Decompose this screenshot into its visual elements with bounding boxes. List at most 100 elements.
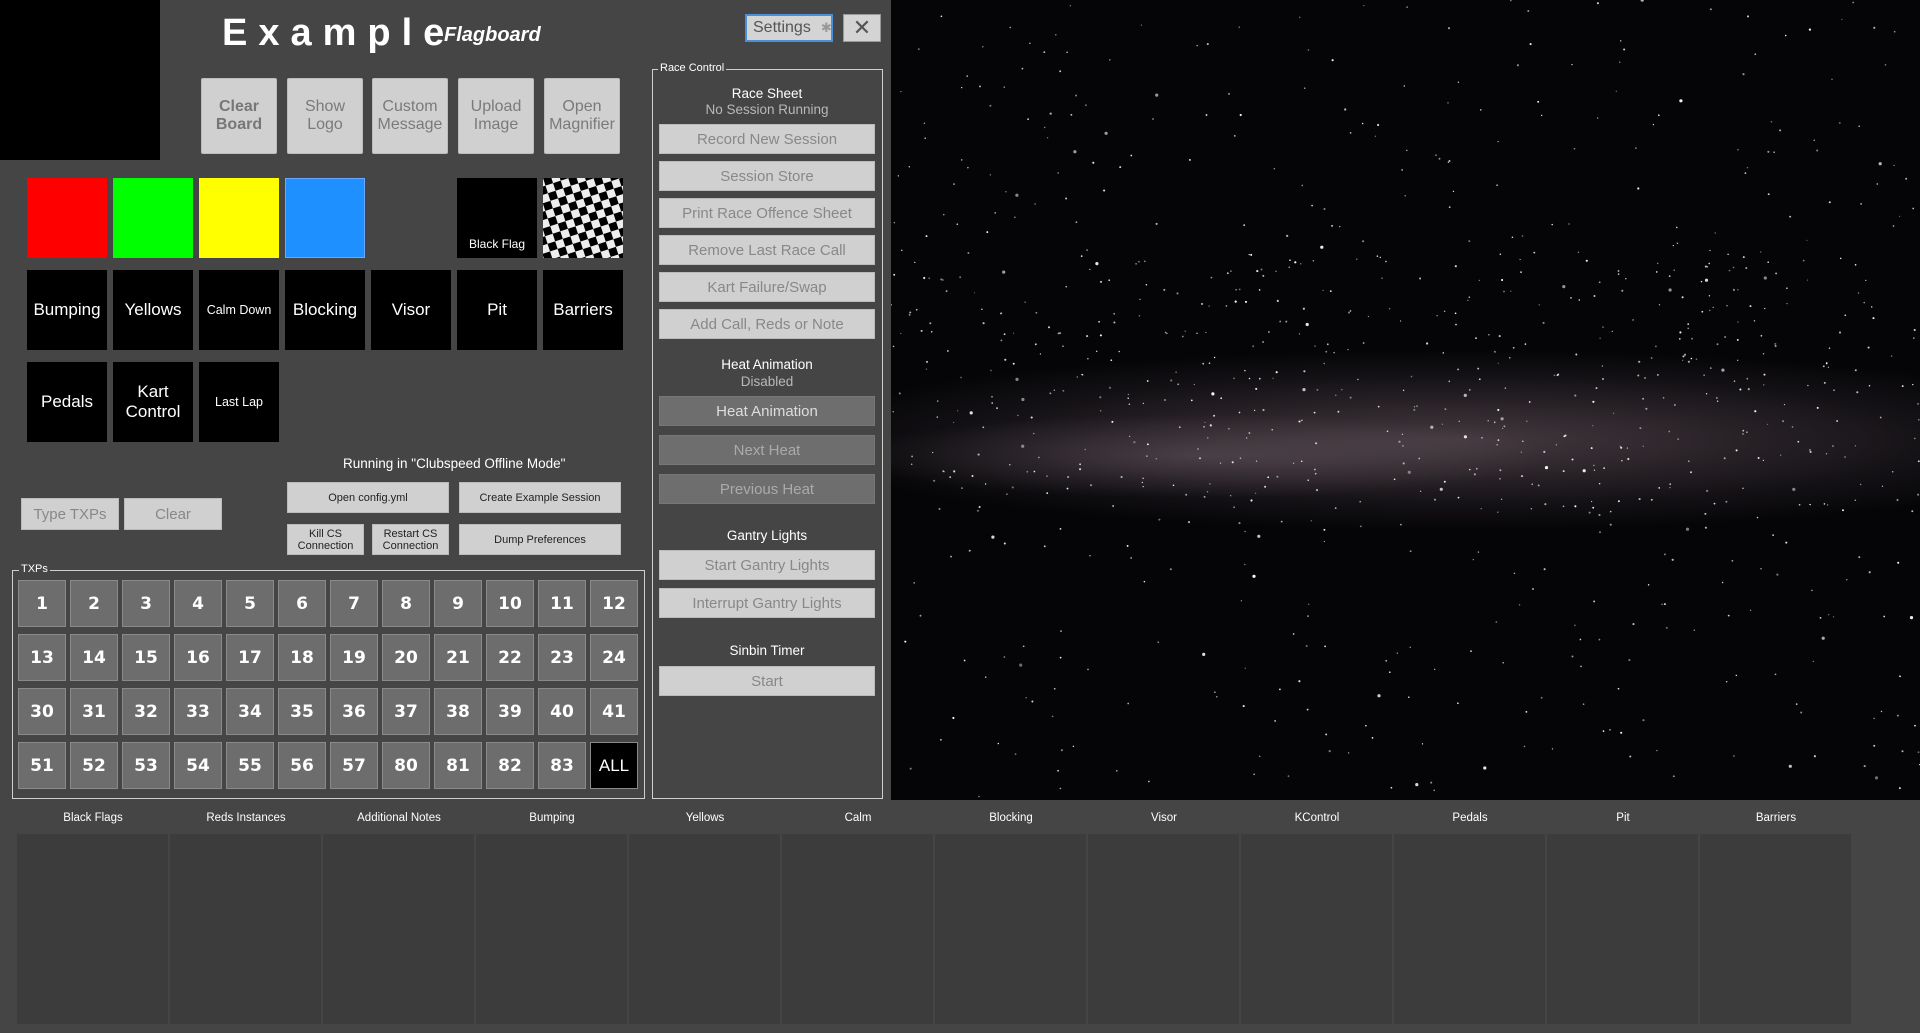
blocking-tile[interactable]: Blocking (285, 270, 365, 350)
blue-flag-button[interactable] (285, 178, 365, 258)
notes-column-list[interactable] (935, 834, 1086, 1024)
txp-button[interactable]: 33 (174, 688, 222, 735)
txp-button[interactable]: 34 (226, 688, 274, 735)
txp-button[interactable]: 7 (330, 580, 378, 627)
txp-button[interactable]: 11 (538, 580, 586, 627)
txp-button[interactable]: 9 (434, 580, 482, 627)
open-magnifier-button[interactable]: Open Magnifier (544, 78, 620, 154)
green-flag-button[interactable] (113, 178, 193, 258)
notes-column-list[interactable] (1241, 834, 1392, 1024)
txp-button[interactable]: 40 (538, 688, 586, 735)
barriers-tile[interactable]: Barriers (543, 270, 623, 350)
txp-button[interactable]: 37 (382, 688, 430, 735)
notes-column-list[interactable] (1700, 834, 1851, 1024)
txp-button[interactable]: 12 (590, 580, 638, 627)
black-flag-button[interactable]: Black Flag (457, 178, 537, 258)
txp-button[interactable]: 23 (538, 634, 586, 681)
txp-button[interactable]: 38 (434, 688, 482, 735)
type-txps-input[interactable]: Type TXPs (21, 498, 119, 530)
notes-column-list[interactable] (782, 834, 933, 1024)
clear-board-button[interactable]: Clear Board (201, 78, 277, 154)
record-new-session-button[interactable]: Record New Session (659, 124, 875, 154)
txp-button[interactable]: 83 (538, 742, 586, 789)
add-call-reds-note-button[interactable]: Add Call, Reds or Note (659, 309, 875, 339)
txp-button[interactable]: 20 (382, 634, 430, 681)
txp-button[interactable]: 41 (590, 688, 638, 735)
notes-column-list[interactable] (629, 834, 780, 1024)
heat-animation-button[interactable]: Heat Animation (659, 396, 875, 426)
close-button[interactable]: ✕ (843, 14, 881, 42)
print-race-offence-sheet-button[interactable]: Print Race Offence Sheet (659, 198, 875, 228)
txp-button[interactable]: 15 (122, 634, 170, 681)
txp-button[interactable]: 51 (18, 742, 66, 789)
notes-column-list[interactable] (1088, 834, 1239, 1024)
txp-button[interactable]: 55 (226, 742, 274, 789)
txp-all-button[interactable]: ALL (590, 742, 638, 789)
txp-button[interactable]: 17 (226, 634, 274, 681)
txp-button[interactable]: 80 (382, 742, 430, 789)
txp-button[interactable]: 8 (382, 580, 430, 627)
notes-column-list[interactable] (170, 834, 321, 1024)
pit-tile[interactable]: Pit (457, 270, 537, 350)
txp-button[interactable]: 19 (330, 634, 378, 681)
txp-button[interactable]: 35 (278, 688, 326, 735)
txp-button[interactable]: 16 (174, 634, 222, 681)
txp-button[interactable]: 13 (18, 634, 66, 681)
yellow-flag-button[interactable] (199, 178, 279, 258)
txp-button[interactable]: 5 (226, 580, 274, 627)
clear-txps-button[interactable]: Clear (124, 498, 222, 530)
kill-cs-connection-button[interactable]: Kill CS Connection (287, 524, 364, 555)
bumping-tile[interactable]: Bumping (27, 270, 107, 350)
next-heat-button[interactable]: Next Heat (659, 435, 875, 465)
create-example-session-button[interactable]: Create Example Session (459, 482, 621, 513)
settings-button[interactable]: Settings ✱ (745, 14, 833, 42)
kart-failure-swap-button[interactable]: Kart Failure/Swap (659, 272, 875, 302)
notes-column-list[interactable] (1547, 834, 1698, 1024)
txp-button[interactable]: 39 (486, 688, 534, 735)
txp-button[interactable]: 2 (70, 580, 118, 627)
upload-image-button[interactable]: Upload Image (458, 78, 534, 154)
session-store-button[interactable]: Session Store (659, 161, 875, 191)
txp-button[interactable]: 6 (278, 580, 326, 627)
chequered-flag-button[interactable] (543, 178, 623, 258)
txp-button[interactable]: 10 (486, 580, 534, 627)
visor-tile[interactable]: Visor (371, 270, 451, 350)
calm-down-tile[interactable]: Calm Down (199, 270, 279, 350)
txp-button[interactable]: 32 (122, 688, 170, 735)
dump-preferences-button[interactable]: Dump Preferences (459, 524, 621, 555)
txp-button[interactable]: 82 (486, 742, 534, 789)
txp-button[interactable]: 18 (278, 634, 326, 681)
open-config-button[interactable]: Open config.yml (287, 482, 449, 513)
txp-button[interactable]: 53 (122, 742, 170, 789)
txp-button[interactable]: 1 (18, 580, 66, 627)
previous-heat-button[interactable]: Previous Heat (659, 474, 875, 504)
start-gantry-lights-button[interactable]: Start Gantry Lights (659, 550, 875, 580)
txp-button[interactable]: 54 (174, 742, 222, 789)
txp-button[interactable]: 4 (174, 580, 222, 627)
txp-button[interactable]: 30 (18, 688, 66, 735)
notes-column-list[interactable] (476, 834, 627, 1024)
restart-cs-connection-button[interactable]: Restart CS Connection (372, 524, 449, 555)
pedals-tile[interactable]: Pedals (27, 362, 107, 442)
interrupt-gantry-lights-button[interactable]: Interrupt Gantry Lights (659, 588, 875, 618)
txp-button[interactable]: 24 (590, 634, 638, 681)
sinbin-start-button[interactable]: Start (659, 666, 875, 696)
kart-control-tile[interactable]: Kart Control (113, 362, 193, 442)
red-flag-button[interactable] (27, 178, 107, 258)
txp-button[interactable]: 52 (70, 742, 118, 789)
txp-button[interactable]: 21 (434, 634, 482, 681)
show-logo-button[interactable]: Show Logo (287, 78, 363, 154)
last-lap-tile[interactable]: Last Lap (199, 362, 279, 442)
txp-button[interactable]: 56 (278, 742, 326, 789)
txp-button[interactable]: 22 (486, 634, 534, 681)
notes-column-list[interactable] (1394, 834, 1545, 1024)
txp-button[interactable]: 3 (122, 580, 170, 627)
notes-column-list[interactable] (323, 834, 474, 1024)
txp-button[interactable]: 57 (330, 742, 378, 789)
txp-button[interactable]: 31 (70, 688, 118, 735)
txp-button[interactable]: 81 (434, 742, 482, 789)
remove-last-race-call-button[interactable]: Remove Last Race Call (659, 235, 875, 265)
yellows-tile[interactable]: Yellows (113, 270, 193, 350)
txp-button[interactable]: 14 (70, 634, 118, 681)
txp-button[interactable]: 36 (330, 688, 378, 735)
